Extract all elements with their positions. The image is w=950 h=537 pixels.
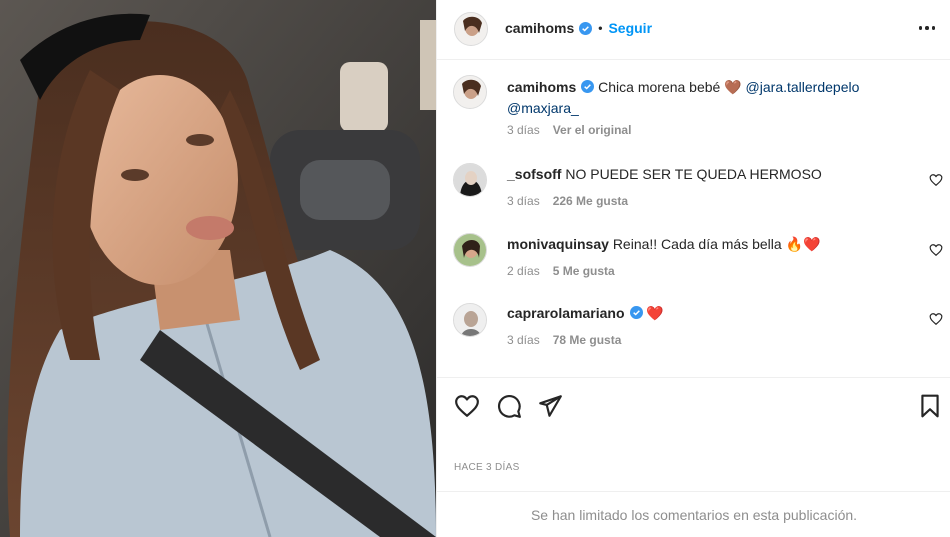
comment-meta: 2 días 5 Me gusta — [507, 264, 615, 278]
see-original-link[interactable]: Ver el original — [553, 123, 632, 137]
caption-body: Chica morena bebé 🤎 — [598, 79, 742, 95]
mention-link[interactable]: @maxjara_ — [507, 100, 579, 116]
post-date[interactable]: HACE 3 DÍAS — [454, 462, 520, 473]
caption-username[interactable]: camihoms — [507, 79, 576, 95]
comment-username[interactable]: _sofsoff — [507, 166, 561, 182]
action-bar — [437, 377, 950, 434]
verified-icon — [581, 80, 595, 93]
bookmark-icon[interactable] — [917, 393, 943, 419]
comment-body: NO PUEDE SER TE QUEDA HERMOSO — [565, 166, 822, 182]
share-icon[interactable] — [537, 393, 563, 419]
mention-link[interactable]: @jara.tallerdepelo — [746, 79, 860, 95]
comments-list[interactable]: camihoms Chica morena bebé 🤎 @jara.talle… — [437, 61, 950, 377]
post-header: camihoms • Seguir — [437, 0, 950, 60]
instagram-post-view: camihoms • Seguir camihoms Chica morena … — [0, 0, 950, 537]
caption-meta: 3 días Ver el original — [507, 123, 631, 137]
post-side-panel: camihoms • Seguir camihoms Chica morena … — [436, 0, 950, 537]
heart-icon[interactable] — [929, 243, 943, 257]
more-icon[interactable] — [917, 18, 937, 38]
comment-likes[interactable]: 226 Me gusta — [553, 194, 628, 208]
comment-time[interactable]: 3 días — [507, 333, 540, 347]
avatar[interactable] — [453, 163, 487, 197]
comment-meta: 3 días 78 Me gusta — [507, 333, 621, 347]
comment-meta: 3 días 226 Me gusta — [507, 194, 628, 208]
avatar[interactable] — [453, 75, 487, 109]
comment-username[interactable]: monivaquinsay — [507, 236, 609, 252]
comment-icon[interactable] — [496, 393, 522, 419]
comment-body: Reina!! Cada día más bella 🔥❤️ — [612, 236, 821, 252]
follow-button[interactable]: Seguir — [608, 20, 652, 36]
avatar[interactable] — [453, 303, 487, 337]
comment-likes[interactable]: 5 Me gusta — [553, 264, 615, 278]
header-user: camihoms • Seguir — [505, 20, 652, 36]
comment-time[interactable]: 3 días — [507, 123, 540, 137]
comment-time[interactable]: 2 días — [507, 264, 540, 278]
avatar[interactable] — [453, 233, 487, 267]
heart-icon[interactable] — [454, 393, 480, 419]
footer-text: Se han limitado los comentarios en esta … — [530, 506, 858, 523]
verified-icon — [629, 306, 643, 319]
verified-icon — [579, 21, 593, 35]
heart-icon[interactable] — [929, 312, 943, 326]
comment-text: _sofsoff NO PUEDE SER TE QUEDA HERMOSO — [507, 164, 911, 185]
comment-text: caprarolamariano ❤️ — [507, 303, 911, 324]
comment-time[interactable]: 3 días — [507, 194, 540, 208]
avatar[interactable] — [454, 12, 488, 46]
comment-body: ❤️ — [646, 305, 664, 321]
heart-icon[interactable] — [929, 173, 943, 187]
comments-limited-notice: Se han limitado los comentarios en esta … — [437, 491, 950, 537]
header-username[interactable]: camihoms — [505, 20, 574, 36]
separator-dot: • — [598, 21, 603, 35]
caption-text: camihoms Chica morena bebé 🤎 @jara.talle… — [507, 77, 911, 119]
comment-text: monivaquinsay Reina!! Cada día más bella… — [507, 234, 911, 255]
comment-username[interactable]: caprarolamariano — [507, 305, 625, 321]
comment-likes[interactable]: 78 Me gusta — [553, 333, 622, 347]
post-photo[interactable] — [0, 0, 436, 537]
